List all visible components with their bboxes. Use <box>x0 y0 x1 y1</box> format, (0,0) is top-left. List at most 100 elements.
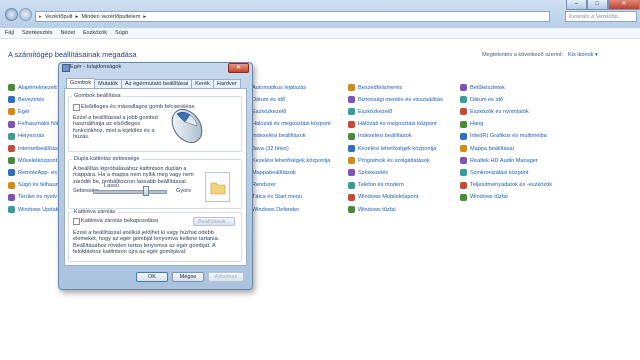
control-panel-item-label[interactable]: Hálózati és megosztási központ <box>252 121 331 127</box>
control-panel-item-label[interactable]: Telefon és modem <box>358 182 404 188</box>
control-panel-item[interactable]: Betűkészletek <box>460 84 505 91</box>
control-panel-item[interactable]: Terület és nyelv <box>8 193 57 201</box>
menu-tools[interactable]: Eszközök <box>83 28 107 38</box>
control-panel-item[interactable]: Hálózati és megosztási központ <box>242 120 331 128</box>
control-panel-item[interactable]: Windows tűzfal <box>348 206 396 213</box>
tab-pointers[interactable]: Mutatók <box>94 79 123 88</box>
search-input[interactable]: Keresés a Vezérlőp... <box>565 11 637 22</box>
control-panel-item-label[interactable]: Eszközkezelő <box>358 109 392 115</box>
control-panel-item[interactable]: Windows tűzfal <box>460 193 508 201</box>
control-panel-item-label[interactable]: Helyesírás <box>18 133 44 139</box>
double-click-speed-slider[interactable] <box>93 190 167 194</box>
control-panel-item-label[interactable]: Realtek HD Audio Manager <box>470 158 538 164</box>
breadcrumb-all-items[interactable]: Minden vezérlőpultelem <box>81 14 140 20</box>
control-panel-item-label[interactable]: Szinkronizálási központ <box>470 170 528 176</box>
control-panel-item[interactable]: Realtek HD Audio Manager <box>460 157 538 165</box>
control-panel-item[interactable]: Helyesírás <box>8 132 44 140</box>
control-panel-item-label[interactable]: Mappa beállításai <box>470 146 514 152</box>
menu-file[interactable]: Fájl <box>5 28 14 38</box>
control-panel-item[interactable]: Kezelési lehetőségek központja <box>242 157 330 165</box>
back-button[interactable] <box>5 8 18 21</box>
control-panel-item-label[interactable]: Beszédfelismerés <box>358 85 402 91</box>
tab-buttons[interactable]: Gombok <box>66 78 96 88</box>
control-panel-item[interactable]: Hálózati és megosztási központ <box>348 120 437 128</box>
control-panel-item[interactable]: Kezelési lehetőségek központja <box>348 145 436 152</box>
control-panel-item-label[interactable]: Kezelési lehetőségek központja <box>252 158 330 164</box>
control-panel-item-label[interactable]: Mappabeállítások <box>252 170 296 176</box>
control-panel-item[interactable]: Egér <box>8 108 30 116</box>
click-lock-settings-button[interactable]: Beállítások... <box>193 217 235 226</box>
minimize-button[interactable]: – <box>566 0 587 10</box>
view-by-dropdown[interactable]: Kis ikonok ▾ <box>568 52 598 58</box>
control-panel-item-label[interactable]: Automatikus lejátszás <box>252 85 306 91</box>
control-panel-item[interactable]: Színkezelés <box>348 169 388 177</box>
control-panel-item[interactable]: Eszközök és nyomtatók <box>460 108 529 116</box>
control-panel-item[interactable]: Felhasználói fiókok <box>8 120 66 128</box>
control-panel-item[interactable]: Biztonsági mentés és visszaállítás <box>348 96 443 104</box>
control-panel-item[interactable]: Teljesítményadatok és -eszközök <box>460 181 552 189</box>
swap-buttons-checkbox[interactable] <box>73 104 80 111</box>
menu-edit[interactable]: Szerkesztés <box>22 28 52 38</box>
dialog-close-button[interactable]: ✕ <box>228 63 249 73</box>
control-panel-item[interactable]: Programok és szolgáltatások <box>348 157 430 165</box>
control-panel-item-label[interactable]: Hálózati és megosztási központ <box>358 121 437 127</box>
control-panel-item[interactable]: Beszédfelismerés <box>348 84 402 91</box>
control-panel-item-label[interactable]: Egér <box>18 109 30 115</box>
address-bar[interactable]: ▸ Vezérlőpult ▸ Minden vezérlőpultelem ▸ <box>35 11 550 22</box>
control-panel-item-label[interactable]: Kezelési lehetőségek központja <box>358 146 436 152</box>
cancel-button[interactable]: Mégse <box>172 272 204 282</box>
control-panel-item-label[interactable]: Intel(R) Grafikus és multimédia <box>470 133 547 139</box>
control-panel-item-label[interactable]: Színkezelés <box>358 170 388 176</box>
tab-pointer-options[interactable]: Az egérmutató beállításai <box>121 79 193 88</box>
control-panel-item[interactable]: Windows Update <box>8 206 60 213</box>
click-lock-label[interactable]: Kattintva zárolás bekapcsolása <box>81 218 158 224</box>
control-panel-item-label[interactable]: Windows Defender <box>252 207 299 213</box>
control-panel-item-label[interactable]: Hang <box>470 121 483 127</box>
control-panel-item[interactable]: Mappa beállításai <box>460 145 514 152</box>
control-panel-item-label[interactable]: Indexelési beállítások <box>252 133 306 139</box>
control-panel-item[interactable]: Hang <box>460 120 483 128</box>
control-panel-item[interactable]: Bevezetés <box>8 96 44 104</box>
control-panel-item-label[interactable]: Teljesítményadatok és -eszközök <box>470 182 552 188</box>
forward-button[interactable] <box>19 8 32 21</box>
control-panel-item[interactable]: Eszközkezelő <box>348 108 392 116</box>
test-folder[interactable] <box>205 172 230 202</box>
slider-thumb[interactable] <box>142 186 149 196</box>
control-panel-item-label[interactable]: Bevezetés <box>18 97 44 103</box>
control-panel-item-label[interactable]: Internetbeállítások <box>18 146 64 152</box>
breadcrumb-control-panel[interactable]: Vezérlőpult <box>45 14 73 20</box>
control-panel-item[interactable]: Indexelési beállítások <box>348 132 412 140</box>
tab-hardware[interactable]: Hardver <box>212 79 241 88</box>
control-panel-item-label[interactable]: Windows Update <box>18 207 60 213</box>
control-panel-item-label[interactable]: Dátum és idő <box>252 97 285 103</box>
control-panel-item[interactable]: Műveletközpont <box>8 157 57 165</box>
control-panel-item-label[interactable]: Biztonsági mentés és visszaállítás <box>358 97 443 103</box>
maximize-button[interactable]: □ <box>586 0 608 10</box>
control-panel-item-label[interactable]: Dátum és idő <box>470 97 503 103</box>
control-panel-item-label[interactable]: Java (32 bites) <box>252 146 289 152</box>
control-panel-item[interactable]: Windows Mobileközpont <box>348 193 418 201</box>
menu-help[interactable]: Súgó <box>115 28 128 38</box>
ok-button[interactable]: OK <box>136 272 168 282</box>
control-panel-item[interactable]: Internetbeállítások <box>8 145 64 152</box>
control-panel-item[interactable]: Telefon és modem <box>348 181 404 189</box>
control-panel-item-label[interactable]: Terület és nyelv <box>18 194 57 200</box>
control-panel-item-label[interactable]: Betűkészletek <box>470 85 505 91</box>
apply-button[interactable]: Alkalmaz <box>208 272 244 282</box>
control-panel-item-label[interactable]: Eszközkezelő <box>252 109 286 115</box>
close-button[interactable]: ✕ <box>607 0 640 10</box>
control-panel-item-label[interactable]: Rendszer <box>252 182 276 188</box>
tab-wheel[interactable]: Kerék <box>191 79 214 88</box>
control-panel-item[interactable]: Intel(R) Grafikus és multimédia <box>460 132 547 140</box>
control-panel-item[interactable]: Szinkronizálási központ <box>460 169 528 177</box>
control-panel-item-label[interactable]: Eszközök és nyomtatók <box>470 109 529 115</box>
control-panel-item[interactable]: Dátum és idő <box>460 96 503 104</box>
control-panel-item-label[interactable]: Windows tűzfal <box>358 207 396 213</box>
control-panel-item-label[interactable]: Programok és szolgáltatások <box>358 158 430 164</box>
click-lock-checkbox[interactable] <box>73 218 80 225</box>
menu-view[interactable]: Nézet <box>60 28 75 38</box>
control-panel-item-label[interactable]: Tálca és Start menü <box>252 194 302 200</box>
control-panel-item-label[interactable]: Windows tűzfal <box>470 194 508 200</box>
control-panel-item-label[interactable]: Indexelési beállítások <box>358 133 412 139</box>
control-panel-item-label[interactable]: Windows Mobileközpont <box>358 194 418 200</box>
